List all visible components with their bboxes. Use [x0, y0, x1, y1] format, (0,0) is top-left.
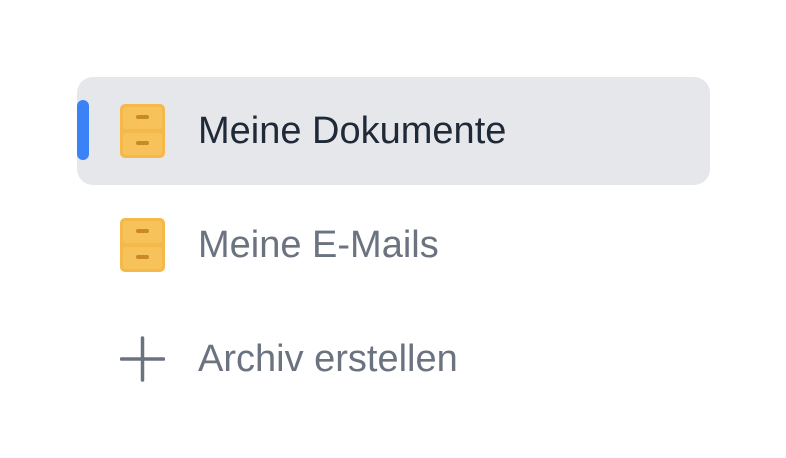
- sidebar-item-meine-dokumente[interactable]: Meine Dokumente: [77, 77, 710, 185]
- create-archive-label: Archiv erstellen: [198, 338, 458, 380]
- sidebar-item-meine-e-mails[interactable]: Meine E-Mails: [77, 191, 710, 299]
- active-item-indicator: [77, 100, 89, 160]
- create-archive-button[interactable]: Archiv erstellen: [77, 305, 710, 413]
- archive-drawer-icon: [120, 104, 165, 158]
- sidebar-item-label: Meine E-Mails: [198, 224, 439, 266]
- sidebar-item-label: Meine Dokumente: [198, 110, 507, 152]
- archive-drawer-icon: [120, 218, 165, 272]
- plus-icon: [119, 332, 166, 386]
- archive-sidebar-list: Meine Dokumente Meine E-Mails Archiv ers…: [0, 0, 786, 458]
